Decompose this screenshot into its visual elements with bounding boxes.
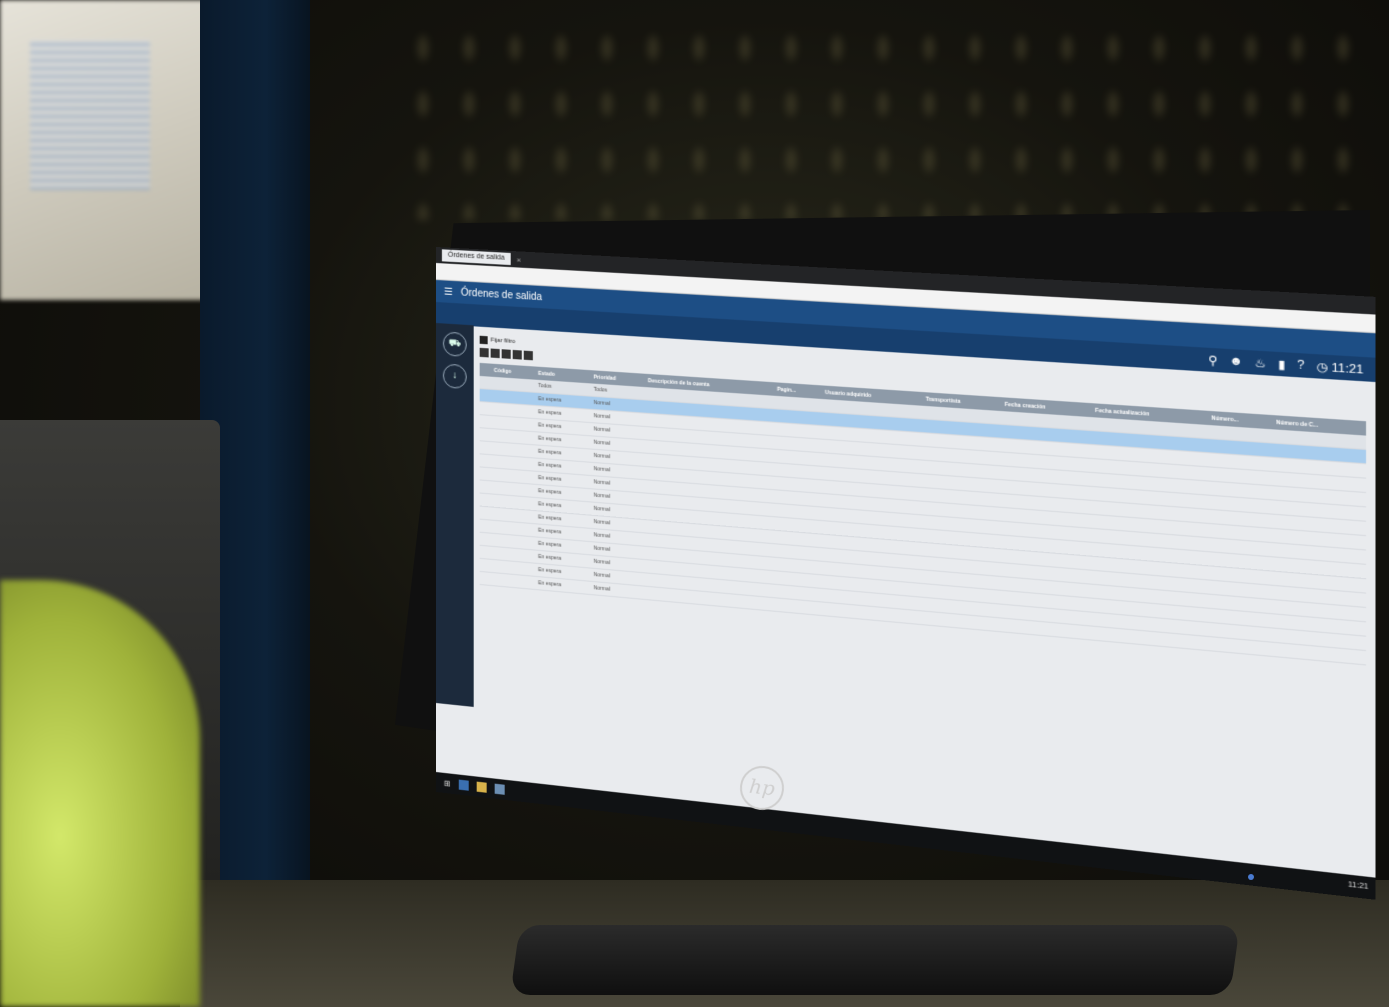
edge-icon[interactable] [458,779,469,791]
user-icon[interactable]: ☻ [1229,354,1243,368]
row-checkbox[interactable] [479,440,492,455]
row-checkbox[interactable] [479,506,492,521]
filter-icon [479,335,488,345]
main-content: Fijar filtro Código Estado Prioridad Descri… [479,332,1367,866]
tool-icon[interactable] [479,347,489,358]
bell-icon[interactable]: ♨ [1255,355,1267,371]
side-nav: ⛟ ↓ [436,323,474,707]
tool-icon[interactable] [523,350,533,361]
folder-icon[interactable] [476,781,487,793]
perforated-wall [400,20,1380,220]
monitor-stand [510,925,1240,995]
row-checkbox[interactable] [479,401,492,416]
row-checkbox[interactable] [479,532,492,547]
row-checkbox[interactable] [479,519,492,534]
start-icon[interactable]: ⊞ [444,778,451,788]
row-checkbox[interactable] [479,479,492,494]
row-checkbox[interactable] [479,493,492,508]
clock-time: 11:21 [1331,361,1364,377]
filter-label: Fijar filtro [490,337,516,346]
row-checkbox[interactable] [479,388,492,403]
taskbar-clock: 11:21 [1347,881,1369,892]
table-cell [491,572,536,590]
tool-icon[interactable] [512,349,522,360]
chart-icon[interactable]: ▮ [1278,357,1285,372]
clock: ◷ 11:21 [1316,360,1364,377]
row-checkbox[interactable] [479,466,492,481]
table-cell [773,597,822,616]
paper-documents [0,0,210,300]
tool-icon[interactable] [501,349,511,359]
orders-table: Código Estado Prioridad Descripción de la c… [479,362,1367,666]
truck-icon[interactable]: ⛟ [442,331,467,358]
photo-scene: Órdenes de salida × ☰ Órdenes de salida … [0,0,1389,1007]
close-tab-icon[interactable]: × [517,255,522,264]
power-led [1248,874,1254,880]
search-icon[interactable]: ⚲ [1208,353,1217,368]
row-checkbox[interactable] [479,571,492,586]
tool-icon[interactable] [490,348,500,359]
row-checkbox[interactable] [479,545,492,560]
row-checkbox[interactable] [479,558,492,573]
download-icon[interactable]: ↓ [442,363,467,390]
store-icon[interactable] [494,783,505,795]
row-checkbox[interactable] [479,414,492,429]
hamburger-icon[interactable]: ☰ [444,286,453,298]
monitor-screen: Órdenes de salida × ☰ Órdenes de salida … [436,247,1376,900]
help-icon[interactable]: ? [1297,359,1304,373]
browser-tab[interactable]: Órdenes de salida [441,249,511,266]
row-checkbox[interactable] [479,427,492,442]
select-all-checkbox[interactable] [479,362,492,377]
row-checkbox[interactable] [479,453,492,468]
